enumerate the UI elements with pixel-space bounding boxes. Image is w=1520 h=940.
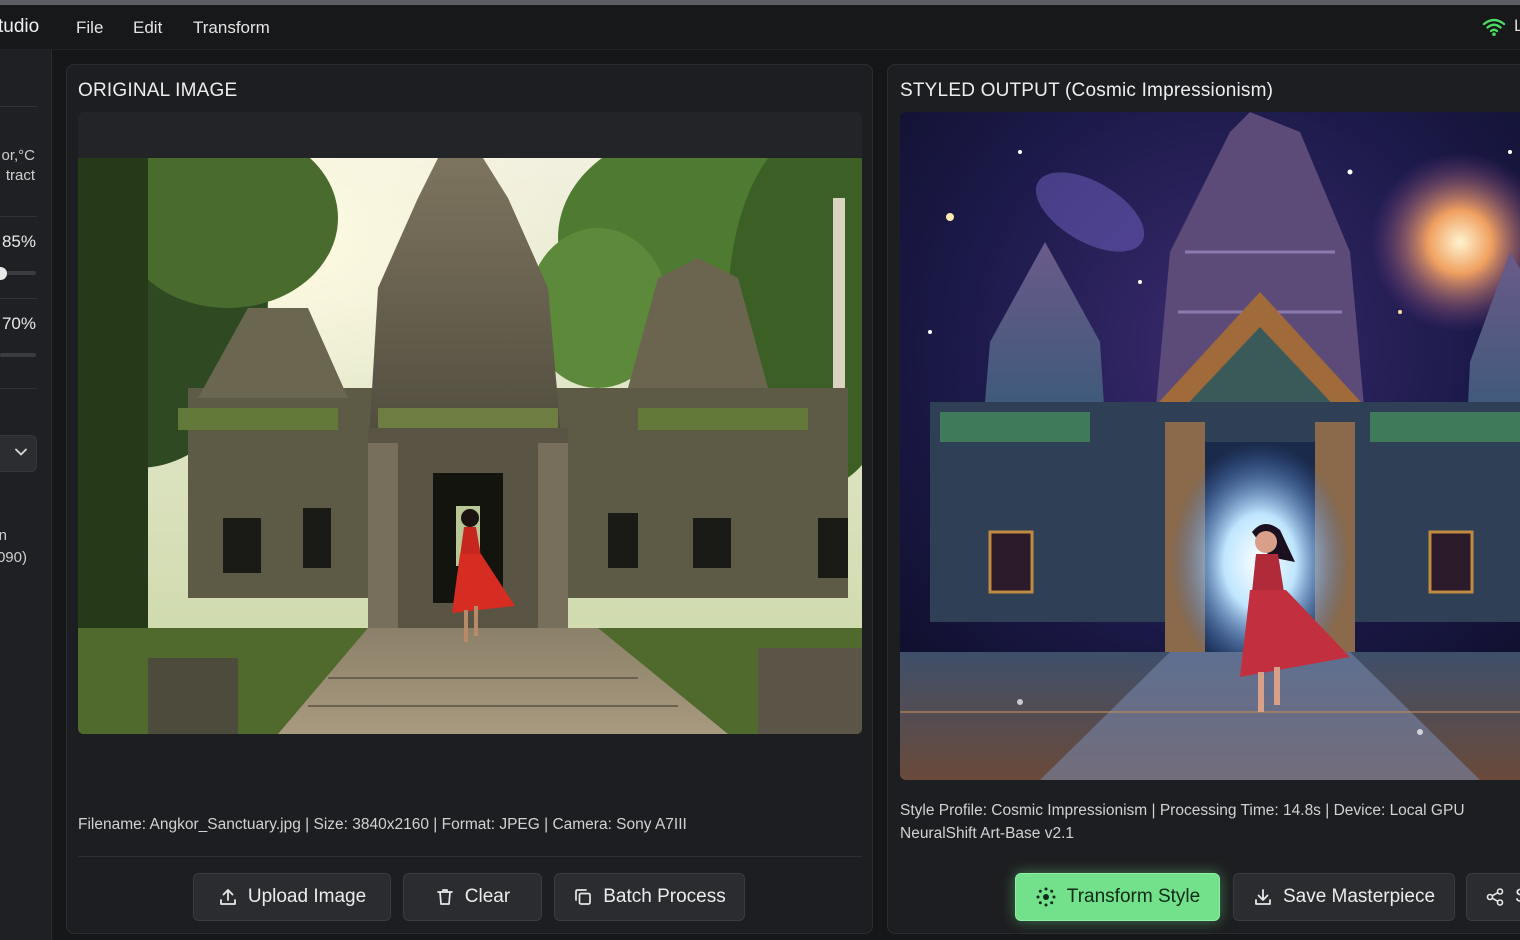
- original-panel-title: ORIGINAL IMAGE: [78, 80, 238, 101]
- original-image-frame: [78, 112, 862, 734]
- menu-file[interactable]: File: [76, 18, 103, 38]
- share-label: S: [1515, 886, 1520, 908]
- sidebar-device-text: n: [0, 527, 7, 544]
- share-icon: [1486, 888, 1504, 906]
- model-dropdown[interactable]: [0, 435, 37, 472]
- upload-image-label: Upload Image: [247, 886, 367, 907]
- clear-button[interactable]: Clear: [403, 873, 542, 921]
- detail-slider-track[interactable]: [0, 353, 36, 357]
- upload-image-button[interactable]: Upload Image: [193, 873, 391, 921]
- detail-value: 70%: [1, 314, 36, 333]
- trash-icon: [436, 889, 453, 905]
- sidebar-divider: [0, 216, 37, 217]
- panel-divider: [78, 856, 862, 857]
- model-version-text: NeuralShift Art-Base v2.1: [900, 825, 1075, 842]
- settings-sidebar: or,°C tract 85% 70% n 090): [0, 50, 52, 940]
- transform-style-button[interactable]: Transform Style: [1015, 873, 1220, 921]
- sidebar-divider: [0, 106, 37, 107]
- original-image-metadata: Filename: Angkor_Sanctuary.jpg | Size: 3…: [78, 816, 687, 833]
- original-image: [78, 158, 862, 734]
- menu-bar: tudio File Edit Transform L: [0, 5, 1520, 50]
- batch-process-button[interactable]: Batch Process: [554, 873, 745, 921]
- upload-icon: [219, 889, 236, 905]
- sidebar-unit-text: or,°C: [1, 147, 35, 164]
- save-masterpiece-button[interactable]: Save Masterpiece: [1233, 873, 1455, 921]
- transform-style-label: Transform Style: [1066, 886, 1201, 907]
- original-image-panel: ORIGINAL IMAGE Filename: Angkor_Sanctuar…: [66, 64, 873, 934]
- wifi-icon[interactable]: [1482, 17, 1506, 37]
- app-title: tudio: [0, 16, 40, 37]
- chevron-down-icon: [15, 448, 27, 456]
- strength-value: 85%: [1, 232, 36, 251]
- styled-output-image: [900, 112, 1520, 780]
- strength-slider-handle[interactable]: [0, 267, 7, 280]
- sidebar-style-text: tract: [5, 167, 35, 184]
- sidebar-divider: [0, 388, 37, 389]
- sparkle-icon: [1036, 887, 1056, 907]
- styled-output-panel: STYLED OUTPUT (Cosmic Impressionism) Sty…: [887, 64, 1520, 934]
- clear-label: Clear: [464, 886, 511, 907]
- menu-edit[interactable]: Edit: [133, 18, 162, 38]
- styled-panel-title: STYLED OUTPUT (Cosmic Impressionism): [900, 80, 1274, 101]
- batch-process-label: Batch Process: [603, 886, 726, 907]
- styled-image-frame: [900, 112, 1520, 780]
- sidebar-device-detail: 090): [0, 549, 27, 566]
- status-label: L: [1514, 16, 1520, 35]
- share-button[interactable]: S: [1466, 873, 1520, 921]
- save-masterpiece-label: Save Masterpiece: [1282, 886, 1436, 907]
- menu-transform[interactable]: Transform: [193, 18, 270, 38]
- download-icon: [1255, 889, 1271, 905]
- styled-output-metadata: Style Profile: Cosmic Impressionism | Pr…: [900, 802, 1465, 819]
- copy-icon: [575, 889, 592, 905]
- sidebar-divider: [0, 298, 37, 299]
